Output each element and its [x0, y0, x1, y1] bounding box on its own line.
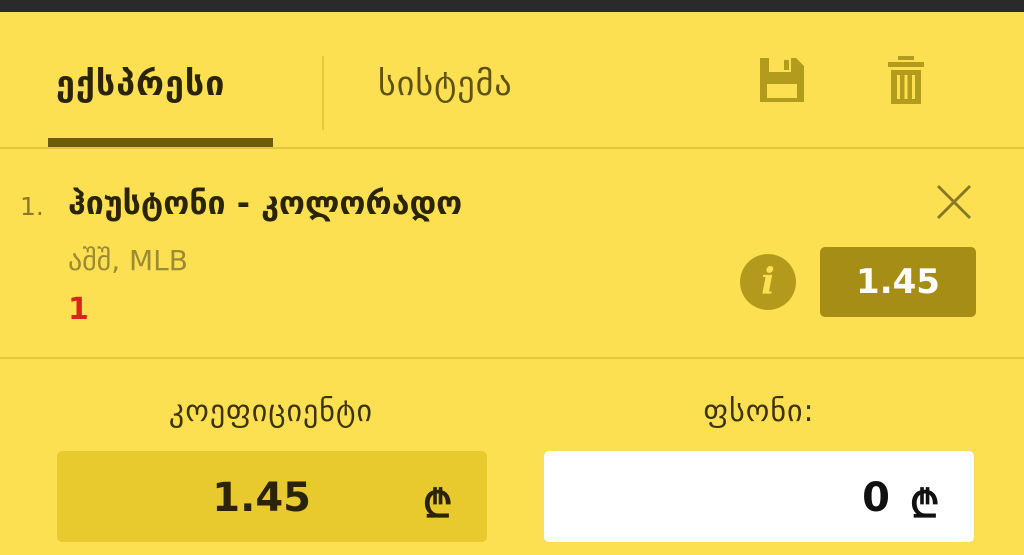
top-bar [0, 0, 1024, 12]
bet-type-tabs: ექსპრესი სისტემა [0, 12, 1024, 148]
close-icon [936, 184, 972, 220]
remove-bet-button[interactable] [936, 184, 972, 224]
divider [0, 357, 1024, 359]
delete-all-button[interactable] [888, 56, 924, 108]
save-button[interactable] [758, 56, 806, 108]
tab-express[interactable]: ექსპრესი [56, 64, 225, 104]
bet-index: 1. [20, 192, 44, 221]
total-coefficient-value: 1.45 [212, 475, 311, 521]
stake-input[interactable]: 0 ₾ [544, 451, 974, 542]
divider [0, 147, 1024, 149]
lari-currency-icon: ₾ [423, 482, 453, 526]
info-icon[interactable]: i [740, 254, 796, 310]
trash-icon [888, 56, 924, 104]
tab-system[interactable]: სისტემა [378, 64, 513, 104]
tab-divider [322, 56, 324, 130]
odds-badge[interactable]: 1.45 [820, 247, 976, 317]
stake-value: 0 [862, 475, 890, 521]
league-label: აშშ, MLB [68, 244, 188, 277]
lari-currency-icon: ₾ [910, 482, 940, 526]
coefficient-label: კოეფიციენტი [168, 394, 374, 429]
floppy-disk-icon [760, 58, 804, 102]
total-coefficient-field: 1.45 ₾ [57, 451, 487, 542]
stake-label: ფსონი: [703, 394, 815, 429]
selected-outcome: 1 [68, 292, 89, 327]
event-title: ჰიუსტონი - კოლორადო [68, 184, 463, 222]
